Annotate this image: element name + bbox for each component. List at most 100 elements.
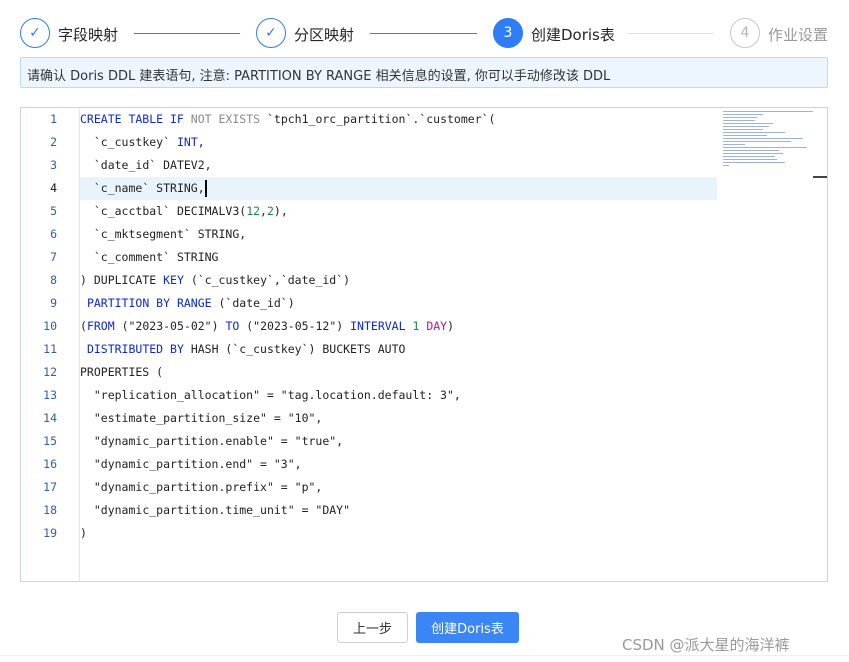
number-literal: 2 [266, 204, 274, 218]
line-number: 18 [43, 503, 57, 517]
minimap-line [723, 129, 763, 130]
code-text: "dynamic_partition.time_unit" = "DAY" [93, 503, 351, 517]
code-text: HASH (`c_custkey`) BUCKETS AUTO [190, 342, 406, 356]
keyword: DAY [426, 319, 448, 333]
ddl-code-editor[interactable]: 1 2 3 4 5 6 7 8 9 10 11 12 13 14 15 16 1… [20, 107, 828, 582]
minimap-line [723, 150, 779, 151]
code-line[interactable]: "estimate_partition_size" = "10", [80, 407, 717, 430]
steps-bar: ✓ 字段映射 ✓ 分区映射 3 创建Doris表 4 作业设置 [20, 16, 830, 50]
code-text: `c_mktsegment` STRING, [93, 227, 247, 241]
line-number: 14 [43, 411, 57, 425]
code-text: `tpch1_orc_partition`.`customer`( [266, 112, 496, 126]
code-line[interactable]: `c_acctbal` DECIMALV3(12,2), [80, 200, 717, 223]
code-text: (`c_custkey`,`date_id`) [190, 273, 351, 287]
code-line[interactable]: CREATE TABLE IF NOT EXISTS `tpch1_orc_pa… [80, 108, 717, 131]
create-doris-table-button[interactable]: 创建Doris表 [416, 612, 519, 643]
step-1-label: 字段映射 [58, 26, 119, 44]
code-text: (`date_id`) [218, 296, 295, 310]
overview-ruler-cursor-marker [813, 176, 827, 178]
code-text: `date_id` DATEV2, [93, 158, 212, 172]
line-number: 13 [43, 388, 57, 402]
keyword: INTERVAL [350, 319, 406, 333]
code-line[interactable]: ) DUPLICATE KEY (`c_custkey`,`date_id`) [80, 269, 717, 292]
code-text: ), [273, 204, 288, 218]
code-text: ) [80, 526, 87, 540]
minimap-line [723, 144, 745, 145]
line-number: 11 [43, 342, 57, 356]
ddl-notice: 请确认 Doris DDL 建表语句, 注意: PARTITION BY RAN… [20, 57, 828, 88]
footer-divider [0, 655, 849, 656]
code-line[interactable]: "dynamic_partition.time_unit" = "DAY" [80, 499, 717, 522]
code-line[interactable]: "dynamic_partition.prefix" = "p", [80, 476, 717, 499]
code-text: "dynamic_partition.prefix" = "p", [93, 480, 323, 494]
step-connector-1 [134, 33, 240, 34]
code-line[interactable]: (FROM ("2023-05-02") TO ("2023-05-12") I… [80, 315, 717, 338]
line-number: 16 [43, 457, 57, 471]
keyword: KEY [163, 273, 184, 287]
code-text: "replication_allocation" = "tag.location… [93, 388, 461, 402]
line-number: 10 [43, 319, 57, 333]
line-number: 17 [43, 480, 57, 494]
previous-step-button[interactable]: 上一步 [337, 612, 408, 643]
keyword: CREATE TABLE IF [80, 112, 184, 126]
step-3-number: 3 [493, 18, 523, 48]
minimap-line [723, 165, 729, 166]
keyword: TO [225, 319, 240, 333]
line-number: 8 [50, 273, 57, 287]
code-text: , [197, 135, 205, 149]
keyword: INT [176, 135, 198, 149]
code-line[interactable]: `c_custkey` INT, [80, 131, 717, 154]
code-text: , [260, 204, 267, 218]
line-number: 9 [50, 296, 57, 310]
code-text: ) DUPLICATE [80, 273, 157, 287]
code-text: `c_name` STRING, [93, 181, 205, 195]
minimap-line [723, 141, 791, 142]
code-line[interactable]: DISTRIBUTED BY HASH (`c_custkey`) BUCKET… [80, 338, 717, 361]
minimap-line [723, 117, 757, 118]
step-1-check-icon: ✓ [20, 18, 50, 48]
code-line[interactable]: `date_id` DATEV2, [80, 154, 717, 177]
code-text: PROPERTIES ( [80, 365, 164, 379]
minimap-line [723, 123, 773, 124]
keyword: FROM [86, 319, 115, 333]
code-line[interactable]: ) [80, 522, 717, 545]
line-number: 19 [43, 526, 57, 540]
code-minimap[interactable] [717, 108, 827, 581]
line-number: 12 [43, 365, 57, 379]
code-text: ("2023-05-02") [121, 319, 219, 333]
step-4-label: 作业设置 [768, 26, 829, 44]
code-line[interactable]: "replication_allocation" = "tag.location… [80, 384, 717, 407]
code-text: "dynamic_partition.enable" = "true", [93, 434, 344, 448]
step-3-label: 创建Doris表 [531, 26, 615, 44]
step-connector-3 [627, 33, 714, 34]
code-line-current[interactable]: `c_name` STRING, [80, 177, 717, 200]
line-number: 5 [50, 204, 57, 218]
number-literal: 1 [412, 319, 420, 333]
line-number-current: 4 [50, 181, 57, 195]
line-number-gutter: 1 2 3 4 5 6 7 8 9 10 11 12 13 14 15 16 1… [21, 108, 80, 581]
minimap-line [723, 135, 767, 136]
line-number: 15 [43, 434, 57, 448]
code-line[interactable]: PROPERTIES ( [80, 361, 717, 384]
minimap-line [723, 126, 769, 127]
code-text: `c_custkey` [93, 135, 171, 149]
code-text: "estimate_partition_size" = "10", [93, 411, 323, 425]
line-number: 1 [50, 112, 57, 126]
line-number: 3 [50, 158, 57, 172]
step-2-label: 分区映射 [294, 26, 355, 44]
minimap-line [723, 138, 803, 139]
code-text: ("2023-05-12") [246, 319, 344, 333]
step-2-check-icon: ✓ [256, 18, 286, 48]
code-line[interactable]: "dynamic_partition.enable" = "true", [80, 430, 717, 453]
minimap-line [723, 153, 783, 154]
code-line[interactable]: `c_mktsegment` STRING, [80, 223, 717, 246]
code-text: `c_comment` STRING [93, 250, 219, 264]
keyword: NOT EXISTS [190, 112, 261, 126]
line-number: 7 [50, 250, 57, 264]
code-line[interactable]: PARTITION BY RANGE (`date_id`) [80, 292, 717, 315]
minimap-line [723, 114, 763, 115]
step-connector-2 [370, 33, 477, 34]
code-line[interactable]: "dynamic_partition.end" = "3", [80, 453, 717, 476]
code-line[interactable]: `c_comment` STRING [80, 246, 717, 269]
code-text: ) [447, 319, 455, 333]
